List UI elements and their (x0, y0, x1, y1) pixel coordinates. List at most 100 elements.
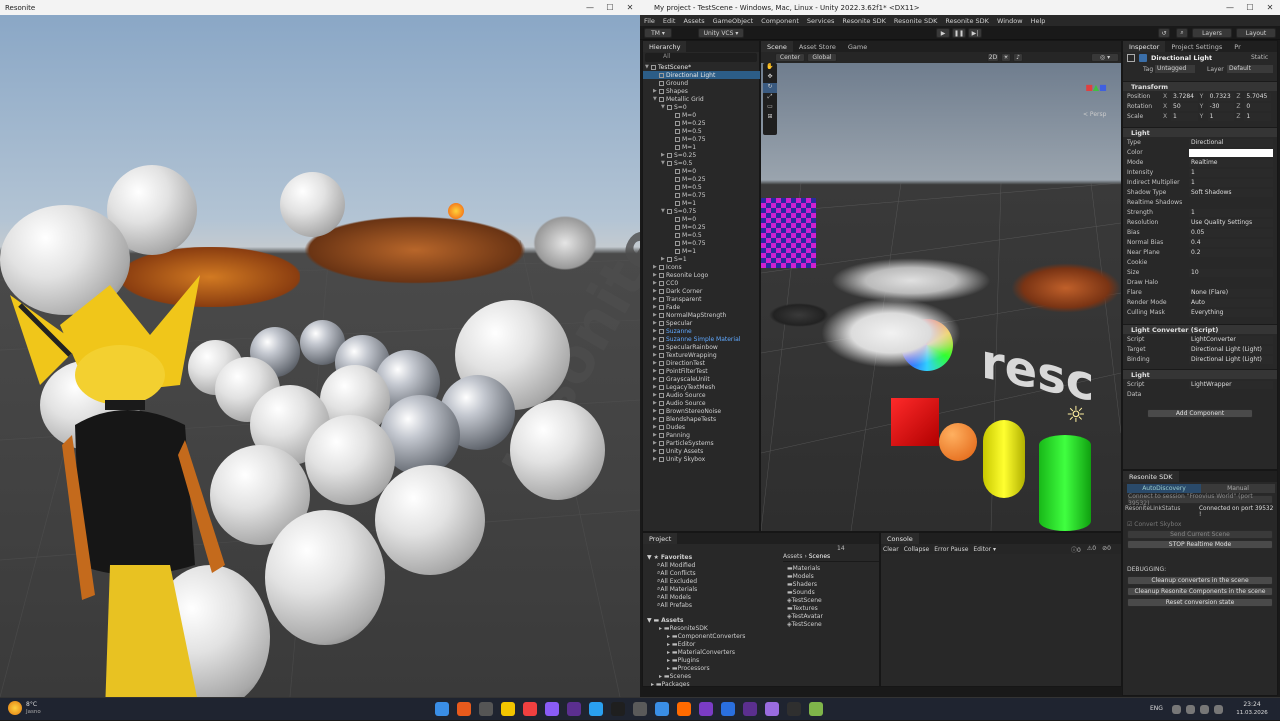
search-icon[interactable]: ⌕ (1176, 28, 1188, 38)
transform-z-field[interactable]: 0 (1244, 102, 1272, 111)
property-value[interactable]: 1 (1189, 168, 1273, 177)
layers-dropdown[interactable]: Layers (1192, 28, 1232, 38)
hierarchy-item[interactable]: M=0.25 (669, 223, 761, 231)
cleanup-converters-button[interactable]: Cleanup converters in the scene (1127, 576, 1273, 585)
file-item[interactable]: ▬ Sounds (787, 588, 815, 596)
steam-icon[interactable] (611, 702, 625, 716)
hierarchy-item[interactable]: M=0.75 (669, 191, 761, 199)
console-button[interactable]: Editor ▾ (973, 546, 996, 553)
hierarchy-item[interactable]: M=0.5 (669, 231, 761, 239)
asset-folder[interactable]: ▸ ▬ Editor (667, 640, 695, 648)
property-value[interactable] (1189, 391, 1273, 399)
hierarchy-item[interactable]: ▼ TestScene* (645, 63, 761, 71)
hierarchy-item[interactable]: ▶ ParticleSystems (653, 439, 761, 447)
audio-icon[interactable]: ♪ (1013, 53, 1023, 62)
hierarchy-item[interactable]: ▶ Audio Source (653, 391, 761, 399)
hierarchy-item[interactable]: M=0.75 (669, 135, 761, 143)
tab-project[interactable]: Project (643, 533, 678, 544)
hierarchy-item[interactable]: ▶ Unity Assets (653, 447, 761, 455)
property-value[interactable]: 10 (1189, 268, 1273, 277)
favorite-item[interactable]: ⌕ All Excluded (657, 577, 697, 585)
warning-count[interactable]: ⚠0 (1087, 545, 1096, 554)
tab-hierarchy[interactable]: Hierarchy (643, 41, 687, 52)
pause-button[interactable]: ❚❚ (952, 28, 966, 38)
stop-realtime-button[interactable]: STOP Realtime Mode (1127, 540, 1273, 549)
hierarchy-item[interactable]: ▶ PointFilterTest (653, 367, 761, 375)
hierarchy-item[interactable]: ▼ S=0.75 (661, 207, 761, 215)
property-value[interactable]: Directional Light (Light) (1189, 355, 1273, 364)
hierarchy-item[interactable]: ▶ Panning (653, 431, 761, 439)
persp-label[interactable]: < Persp (1083, 111, 1106, 118)
resonite-icon[interactable] (721, 702, 735, 716)
hierarchy-item[interactable]: Ground (653, 79, 761, 87)
visual-studio-icon[interactable] (699, 702, 713, 716)
transform-x-field[interactable]: 1 (1171, 112, 1198, 121)
error-count[interactable]: ⊘0 (1102, 545, 1111, 554)
property-value[interactable]: 1 (1189, 208, 1273, 217)
cleanup-components-button[interactable]: Cleanup Resonite Components in the scene (1127, 587, 1273, 596)
vcs-button[interactable]: Unity VCS ▾ (698, 28, 744, 38)
file-explorer-icon[interactable] (479, 702, 493, 716)
hand-tool-icon[interactable]: ✋ (763, 63, 777, 73)
asset-folder[interactable]: ▸ ▬ Plugins (667, 656, 699, 664)
favorite-item[interactable]: ⌕ All Models (657, 593, 691, 601)
property-value[interactable]: 0.4 (1189, 238, 1273, 247)
console-button[interactable]: Error Pause (934, 546, 968, 553)
hierarchy-item[interactable]: ▶ Dudes (653, 423, 761, 431)
menu-item[interactable]: Component (761, 17, 799, 25)
property-value[interactable]: Directional (1189, 138, 1273, 147)
asset-folder[interactable]: ▸ ▬ Scenes (659, 672, 691, 680)
move-tool-icon[interactable]: ✥ (763, 73, 777, 83)
pivot-dropdown[interactable]: Center (775, 53, 805, 62)
connect-session-button[interactable]: Connect to session "Froovius World" (por… (1127, 493, 1273, 507)
asset-folder[interactable]: ▸ ▬ ComponentConverters (667, 632, 745, 640)
visual-studio-icon[interactable] (545, 702, 559, 716)
tab-scene[interactable]: Scene (761, 41, 793, 52)
lighting-icon[interactable]: ☀ (1001, 53, 1011, 62)
asset-folder[interactable]: ▸ ▬ ResoniteSDK (659, 624, 708, 632)
transform-z-field[interactable]: 5.7045 (1244, 92, 1272, 101)
account-button[interactable]: TM ▾ (644, 28, 672, 38)
hierarchy-item[interactable]: ▶ DirectionTest (653, 359, 761, 367)
tab-console[interactable]: Console (881, 533, 919, 544)
property-value[interactable]: Auto (1189, 298, 1273, 307)
battery-icon[interactable] (1200, 705, 1209, 714)
console-button[interactable]: Clear (883, 546, 899, 553)
convert-skybox-toggle[interactable]: ☑ Convert Skybox (1127, 521, 1181, 528)
hierarchy-item[interactable]: ▶ SpecularRainbow (653, 343, 761, 351)
chrome-icon[interactable] (523, 702, 537, 716)
space-dropdown[interactable]: Global (807, 53, 837, 62)
transform-tool-icon[interactable]: ⊞ (763, 113, 777, 123)
hierarchy-item[interactable]: M=0.25 (669, 175, 761, 183)
property-value[interactable]: 0.05 (1189, 228, 1273, 237)
hierarchy-item[interactable]: M=1 (669, 143, 761, 151)
light-converter-header[interactable]: Light Converter (Script) (1123, 324, 1277, 334)
file-item[interactable]: ◈ TestScene (787, 620, 822, 628)
property-value[interactable] (1189, 199, 1273, 207)
minimize-button[interactable]: — (580, 0, 600, 15)
maximize-button[interactable]: ☐ (600, 0, 620, 15)
hierarchy-item[interactable]: ▶ S=1 (661, 255, 761, 263)
reset-conversion-button[interactable]: Reset conversion state (1127, 598, 1273, 607)
file-item[interactable]: ▬ Materials (787, 564, 820, 572)
minimize-button[interactable]: — (1220, 0, 1240, 15)
notification-icon[interactable] (1214, 705, 1223, 714)
hierarchy-item[interactable]: ▼ S=0.5 (661, 159, 761, 167)
github-icon[interactable] (743, 702, 757, 716)
static-toggle[interactable]: Static (1251, 54, 1268, 61)
property-value[interactable]: 0.2 (1189, 248, 1273, 257)
property-value[interactable]: Everything (1189, 308, 1273, 317)
menu-item[interactable]: Help (1031, 17, 1046, 25)
menu-item[interactable]: File (644, 17, 655, 25)
hierarchy-item[interactable]: ▶ Resonite Logo (653, 271, 761, 279)
hierarchy-item[interactable]: ▶ Shapes (653, 87, 761, 95)
menu-item[interactable]: Window (997, 17, 1023, 25)
unity-icon[interactable] (677, 702, 691, 716)
hierarchy-search[interactable]: All (645, 53, 757, 62)
menu-item[interactable]: Services (807, 17, 834, 25)
vscode-icon[interactable] (655, 702, 669, 716)
transform-z-field[interactable]: 1 (1244, 112, 1272, 121)
file-item[interactable]: ◈ TestScene (787, 596, 822, 604)
hierarchy-item[interactable]: ▶ LegacyTextMesh (653, 383, 761, 391)
rotate-tool-icon[interactable]: ↻ (763, 83, 777, 93)
